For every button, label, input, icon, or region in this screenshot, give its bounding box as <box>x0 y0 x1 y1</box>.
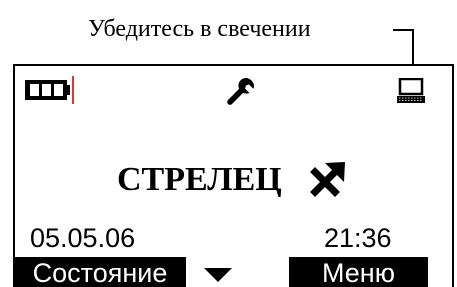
down-triangle-icon[interactable] <box>204 268 232 282</box>
computer-icon <box>397 78 425 103</box>
battery-tip <box>67 85 70 95</box>
zodiac-title: СТРЕЛЕЦ <box>117 161 282 198</box>
callout-line <box>393 29 414 31</box>
callout-line-vertical <box>412 29 414 65</box>
sagittarius-arrow-icon <box>310 162 345 197</box>
softkey-menu[interactable]: Меню <box>289 257 428 287</box>
phone-screen-illustration: Убедитесь в свечении СТРЕЛЕЦ 05.05.06 21… <box>0 0 457 287</box>
date-display: 05.05.06 <box>30 223 136 253</box>
battery-marker <box>72 76 74 104</box>
softkey-status[interactable]: Состояние <box>14 257 186 287</box>
time-display: 21:36 <box>324 223 392 253</box>
wrench-icon <box>227 78 254 105</box>
callout-text: Убедитесь в свечении <box>88 16 311 42</box>
battery-icon <box>25 80 67 100</box>
